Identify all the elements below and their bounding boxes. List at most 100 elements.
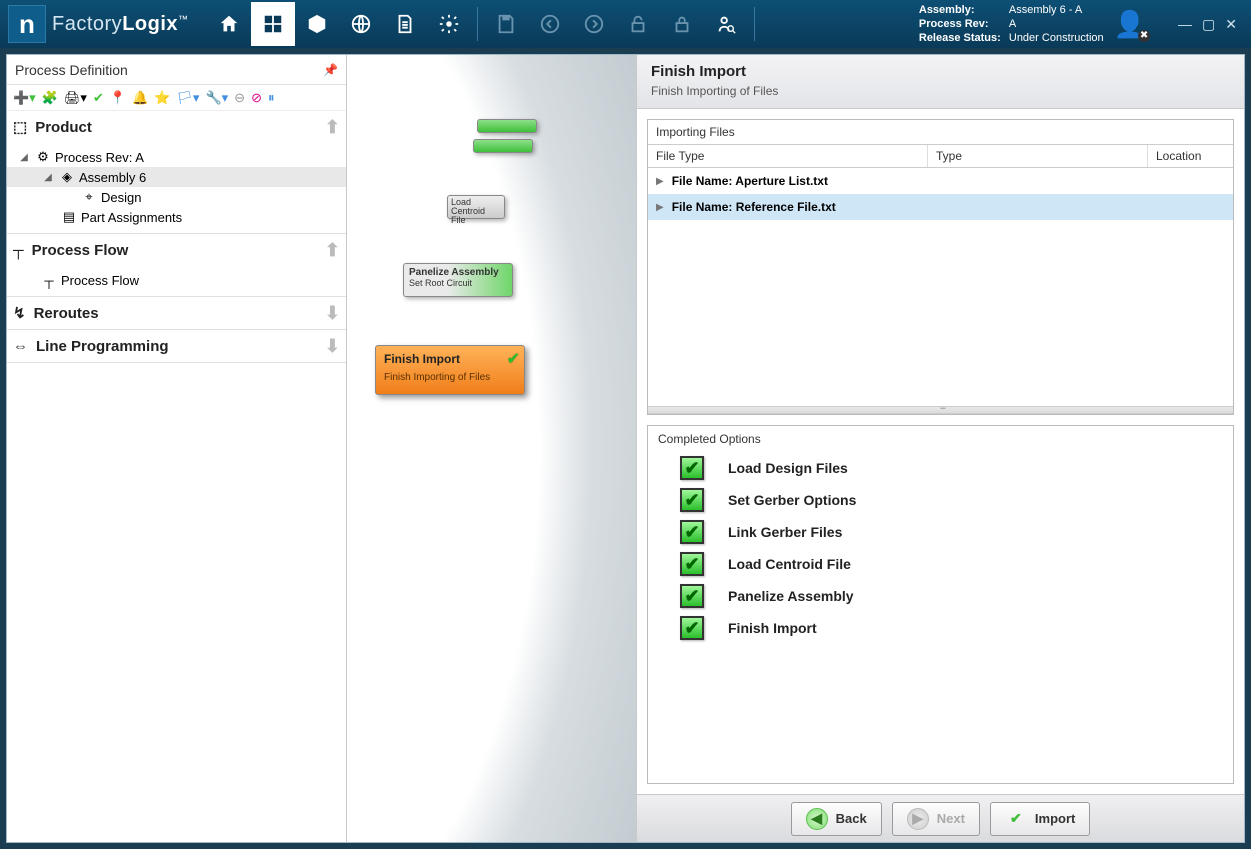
flow-node-load-centroid[interactable]: Load Centroid File xyxy=(447,195,505,219)
tree-design[interactable]: ⌖Design xyxy=(7,187,346,207)
pin-icon[interactable]: 📌 xyxy=(323,63,338,77)
flow-icon: ┬ xyxy=(13,242,24,259)
tool-icon-1[interactable]: 🧩 xyxy=(42,90,58,106)
completed-option-label: Finish Import xyxy=(728,620,817,636)
process-definition-panel: Process Definition 📌 ➕▾ 🧩 🖨▾ ✔ 📍 🔔 ⭐ 🏳▾ … xyxy=(7,55,347,842)
col-file-type[interactable]: File Type xyxy=(648,145,928,167)
detail-panel: Finish Import Finish Importing of Files … xyxy=(637,55,1244,842)
minimize-button[interactable]: — xyxy=(1178,16,1192,32)
completed-option-row: ✔ Link Gerber Files xyxy=(658,516,1223,548)
unlock-icon[interactable] xyxy=(616,2,660,46)
section-line-programming-header[interactable]: ⇔ Line Programming ⬇ xyxy=(7,330,346,362)
save-icon[interactable] xyxy=(484,2,528,46)
flow-canvas[interactable]: Load Centroid File Panelize Assembly Set… xyxy=(347,55,637,842)
section-process-flow-header[interactable]: ┬ Process Flow ⬆ xyxy=(7,234,346,266)
nav-back-icon[interactable] xyxy=(528,2,572,46)
flow-node-finish-import[interactable]: ✔ Finish Import Finish Importing of File… xyxy=(375,345,525,395)
tool-icon-6[interactable]: 🏳▾ xyxy=(176,90,199,106)
completed-option-row: ✔Set Gerber Options xyxy=(658,484,1223,516)
grid-row[interactable]: ▶ File Name: Aperture List.txt xyxy=(648,168,1233,194)
importing-files-grid: Importing Files File Type Type Location … xyxy=(647,119,1234,415)
completed-option-row: ✔ Panelize Assembly xyxy=(658,580,1223,612)
back-button[interactable]: ◀ Back xyxy=(791,802,882,836)
tool-icon-4[interactable]: 🔔 xyxy=(132,90,148,106)
completed-option-label: Link Gerber Files xyxy=(728,524,842,540)
tool-icon-2[interactable]: ✔ xyxy=(93,90,104,106)
tool-icon-9[interactable]: ⊘ xyxy=(251,90,262,106)
detail-subtitle: Finish Importing of Files xyxy=(651,84,1230,98)
section-process-flow: ┬ Process Flow ⬆ ┬Process Flow xyxy=(7,234,346,297)
globe-icon[interactable] xyxy=(339,2,383,46)
product-tree: ◢⚙Process Rev: A ◢◈Assembly 6 ⌖Design ▤P… xyxy=(7,143,346,233)
completed-option-label: Panelize Assembly xyxy=(728,588,854,604)
tree-part-assignments[interactable]: ▤Part Assignments xyxy=(7,207,346,227)
lock-icon[interactable] xyxy=(660,2,704,46)
check-icon: ✔ xyxy=(680,488,704,512)
tool-icon-10[interactable]: ⏸ xyxy=(268,90,275,106)
tool-icon-8[interactable]: ⊖ xyxy=(234,90,245,106)
check-icon: ✔ xyxy=(680,552,704,576)
section-reroutes: ↯ Reroutes ⬇ xyxy=(7,297,346,330)
grid-row[interactable]: ▶ File Name: Reference File.txt xyxy=(648,194,1233,220)
col-type[interactable]: Type xyxy=(928,145,1148,167)
lineprog-icon: ⇔ xyxy=(13,338,28,355)
section-reroutes-header[interactable]: ↯ Reroutes ⬇ xyxy=(7,297,346,329)
completed-option-row: ✔Load Design Files xyxy=(658,452,1223,484)
check-icon: ✔ xyxy=(680,584,704,608)
section-product: ⬚ Product ⬆ ◢⚙Process Rev: A ◢◈Assembly … xyxy=(7,111,346,234)
completed-option-label: Load Centroid File xyxy=(728,556,851,572)
search-person-icon[interactable] xyxy=(704,2,748,46)
window-controls: — ▢ ✕ xyxy=(1164,16,1251,33)
detail-title: Finish Import xyxy=(651,63,1230,80)
print-icon[interactable]: 🖨▾ xyxy=(64,90,87,106)
check-icon: ✔ xyxy=(680,456,704,480)
col-location[interactable]: Location xyxy=(1148,145,1233,167)
check-icon: ✔ xyxy=(680,520,704,544)
title-bar: n FactoryLogix™ Assembly:Assembly 6 - A … xyxy=(0,0,1251,48)
home-icon[interactable] xyxy=(207,2,251,46)
panel-header: Process Definition 📌 xyxy=(7,55,346,85)
expand-icon[interactable]: ▶ xyxy=(656,176,664,187)
arrow-left-icon: ◀ xyxy=(806,808,828,830)
completed-option-row: ✔ Finish Import xyxy=(658,612,1223,644)
panel-title: Process Definition xyxy=(15,62,128,78)
flow-node-panelize[interactable]: Panelize Assembly Set Root Circuit xyxy=(403,263,513,297)
tree-process-flow-item[interactable]: ┬Process Flow xyxy=(7,270,346,290)
expand-icon[interactable]: ▶ xyxy=(656,202,664,213)
header-info: Assembly:Assembly 6 - A Process Rev:A Re… xyxy=(909,1,1114,47)
check-icon: ✔ xyxy=(1005,808,1027,830)
completed-options-box: Completed Options ✔Load Design Files✔Set… xyxy=(647,425,1234,784)
chevron-up-icon: ⬆ xyxy=(325,117,340,138)
tree-assembly[interactable]: ◢◈Assembly 6 xyxy=(7,167,346,187)
check-icon: ✔ xyxy=(680,616,704,640)
tool-icon-5[interactable]: ⭐ xyxy=(154,90,170,106)
document-icon[interactable] xyxy=(383,2,427,46)
tool-icon-3[interactable]: 📍 xyxy=(110,90,126,106)
flow-node[interactable] xyxy=(473,139,533,153)
section-line-programming: ⇔ Line Programming ⬇ xyxy=(7,330,346,363)
grid-header: File Type Type Location xyxy=(648,144,1233,168)
flow-node[interactable] xyxy=(477,119,537,133)
completed-caption: Completed Options xyxy=(658,432,1223,446)
gear-icon[interactable] xyxy=(427,2,471,46)
app-logo-icon: n xyxy=(8,5,46,43)
app-window: n FactoryLogix™ Assembly:Assembly 6 - A … xyxy=(0,0,1251,849)
tool-icon-7[interactable]: 🔧▾ xyxy=(205,90,228,106)
add-icon[interactable]: ➕▾ xyxy=(13,90,36,106)
nav-forward-icon[interactable] xyxy=(572,2,616,46)
completed-option-row: ✔ Load Centroid File xyxy=(658,548,1223,580)
section-product-header[interactable]: ⬚ Product ⬆ xyxy=(7,111,346,143)
grid-icon[interactable] xyxy=(251,2,295,46)
reroute-icon: ↯ xyxy=(13,304,26,322)
chevron-down-icon: ⬇ xyxy=(325,303,340,324)
tree-process-rev[interactable]: ◢⚙Process Rev: A xyxy=(7,147,346,167)
user-icon[interactable]: 👤 xyxy=(1114,9,1146,40)
close-button[interactable]: ✕ xyxy=(1225,16,1237,33)
app-body: Process Definition 📌 ➕▾ 🧩 🖨▾ ✔ 📍 🔔 ⭐ 🏳▾ … xyxy=(6,54,1245,843)
chevron-down-icon: ⬇ xyxy=(325,336,340,357)
check-icon: ✔ xyxy=(507,349,520,369)
maximize-button[interactable]: ▢ xyxy=(1202,16,1215,33)
horizontal-splitter[interactable] xyxy=(648,406,1233,414)
package-icon[interactable] xyxy=(295,2,339,46)
import-button[interactable]: ✔ Import xyxy=(990,802,1090,836)
